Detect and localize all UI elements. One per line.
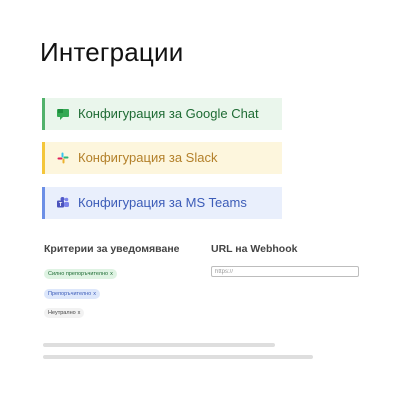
card-accent-bar <box>42 187 45 219</box>
slack-icon <box>56 151 70 165</box>
slack-config-label: Конфигурация за Slack <box>78 150 218 165</box>
slack-config-button[interactable]: Конфигурация за Slack <box>42 142 282 174</box>
card-accent-bar <box>42 142 45 174</box>
close-icon[interactable]: x <box>78 310 81 316</box>
close-icon[interactable]: x <box>110 271 113 277</box>
ms-teams-config-label: Конфигурация за MS Teams <box>78 195 247 210</box>
google-chat-config-label: Конфигурация за Google Chat <box>78 106 259 121</box>
webhook-url-input[interactable] <box>211 266 359 277</box>
webhook-heading-strong: Webhook <box>250 243 298 255</box>
chip-label: Неутрално <box>48 310 76 316</box>
criteria-heading: Критерии за уведомяване <box>44 243 180 255</box>
close-icon[interactable]: x <box>93 291 96 297</box>
criteria-chip-strongly-recommended[interactable]: Силно препоръчително x <box>44 269 117 279</box>
card-accent-bar <box>42 98 45 130</box>
chip-label: Препоръчително <box>48 291 92 297</box>
skeleton-line <box>43 355 313 359</box>
criteria-chip-neutral[interactable]: Неутрално x <box>44 308 85 318</box>
criteria-chip-recommended[interactable]: Препоръчително x <box>44 289 100 299</box>
skeleton-line <box>43 343 275 347</box>
chip-label: Силно препоръчително <box>48 271 109 277</box>
webhook-heading: URL на Webhook <box>211 243 297 255</box>
google-chat-icon <box>56 107 70 121</box>
ms-teams-icon: T <box>56 196 70 210</box>
google-chat-config-button[interactable]: Конфигурация за Google Chat <box>42 98 282 130</box>
webhook-heading-prefix: URL на <box>211 243 251 255</box>
page-title: Интеграции <box>40 37 184 67</box>
ms-teams-config-button[interactable]: T Конфигурация за MS Teams <box>42 187 282 219</box>
